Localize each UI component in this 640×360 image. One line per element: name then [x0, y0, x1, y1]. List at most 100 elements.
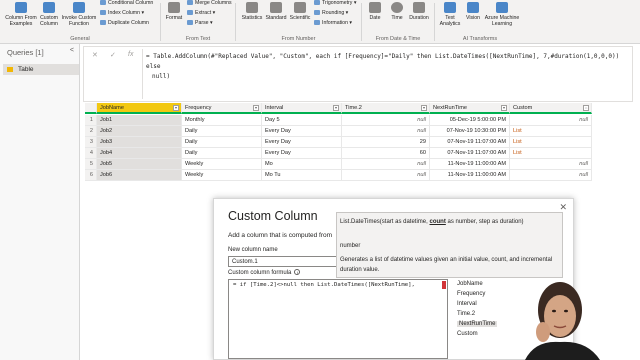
- cell-custom[interactable]: List: [510, 137, 592, 148]
- azure-ml-button[interactable]: Azure Machine Learning: [482, 2, 522, 27]
- trigonometry-button[interactable]: Trigonometry ▾: [314, 0, 356, 6]
- column-header-nextruntime[interactable]: NextRunTime ▾: [430, 103, 510, 114]
- merge-columns-button[interactable]: Merge Columns: [187, 0, 232, 6]
- column-from-examples-button[interactable]: Column From Examples: [3, 2, 39, 27]
- cell-jobname: Job4: [97, 148, 182, 159]
- invoke-custom-function-button[interactable]: Invoke Custom Function: [60, 2, 98, 27]
- row-number: 1: [85, 115, 97, 126]
- cell-nextruntime: 11-Nov-19 11:00:00 AM: [430, 170, 510, 181]
- cell-interval: Mo: [262, 159, 342, 170]
- function-signature: List.DateTimes(start as datetime, count …: [340, 219, 524, 225]
- commit-icon[interactable]: ✓: [110, 51, 116, 59]
- cell-time2: null: [342, 115, 430, 126]
- select-all-corner[interactable]: [85, 103, 97, 114]
- dialog-description: Add a column that is computed from: [228, 232, 333, 239]
- duplicate-column-button[interactable]: Duplicate Column: [100, 20, 149, 26]
- formula-bar-separator: [142, 49, 143, 99]
- column-header-custom[interactable]: Custom ⇔: [510, 103, 592, 114]
- cell-jobname: Job5: [97, 159, 182, 170]
- statistics-button[interactable]: Statistics: [239, 2, 265, 21]
- queries-pane: Queries [1] < Table: [0, 44, 80, 360]
- cell-frequency: Monthly: [182, 115, 262, 126]
- column-header-time2[interactable]: Time.2 ▾: [342, 103, 430, 114]
- ribbon-group-label: General: [70, 36, 90, 42]
- custom-column-formula-editor[interactable]: = if [Time.2]<>null then List.DateTimes(…: [228, 279, 448, 359]
- time-button[interactable]: Time: [387, 2, 407, 21]
- cell-custom: null: [510, 159, 592, 170]
- extract-button[interactable]: Extract ▾: [187, 10, 215, 16]
- available-column-item[interactable]: JobName: [457, 281, 483, 287]
- column-filter-icon[interactable]: ▾: [501, 105, 507, 111]
- cell-nextruntime: 05-Dec-19 5:00:00 PM: [430, 115, 510, 126]
- ribbon-group-label: From Date & Time: [375, 36, 421, 42]
- index-column-icon: [100, 10, 106, 16]
- vision-icon: [467, 2, 479, 13]
- fx-icon[interactable]: fx: [128, 51, 133, 58]
- cell-nextruntime: 07-Nov-19 11:07:00 AM: [430, 148, 510, 159]
- cell-custom[interactable]: List: [510, 148, 592, 159]
- column-filter-icon[interactable]: ▾: [173, 105, 179, 111]
- table-row: 5 Job5 Weekly Mo null 11-Nov-19 11:00:00 AM nu…: [85, 159, 595, 170]
- column-header-frequency[interactable]: Frequency ▾: [182, 103, 262, 114]
- cell-jobname: Job3: [97, 137, 182, 148]
- table-row: 1 Job1 Monthly Day 5 null 05-Dec-19 5:00:00 P…: [85, 115, 595, 126]
- conditional-column-button[interactable]: Conditional Column: [100, 0, 153, 6]
- cell-time2: 60: [342, 148, 430, 159]
- row-number: 2: [85, 126, 97, 137]
- error-marker: [442, 281, 446, 289]
- cell-time2: null: [342, 159, 430, 170]
- cell-custom[interactable]: List: [510, 126, 592, 137]
- column-from-examples-icon: [15, 2, 27, 13]
- custom-column-button[interactable]: Custom Column: [37, 2, 61, 27]
- date-button[interactable]: Date: [365, 2, 385, 21]
- function-tooltip: List.DateTimes(start as datetime, count …: [336, 212, 563, 278]
- cell-jobname: Job6: [97, 170, 182, 181]
- info-icon[interactable]: i: [294, 269, 301, 275]
- query-item-table[interactable]: Table: [3, 64, 79, 75]
- vision-button[interactable]: Vision: [463, 2, 483, 21]
- standard-icon: [270, 2, 282, 13]
- text-analytics-icon: [444, 2, 456, 13]
- scientific-button[interactable]: Scientific: [287, 2, 313, 21]
- cell-time2: 29: [342, 137, 430, 148]
- available-column-item[interactable]: Custom: [457, 331, 478, 337]
- ribbon-group-ai-transforms: Text Analytics Vision Azure Machine Lear…: [435, 0, 525, 44]
- parse-button[interactable]: Parse ▾: [187, 20, 213, 26]
- information-button[interactable]: Information ▾: [314, 20, 352, 26]
- table-icon: [7, 66, 13, 72]
- column-header-jobname[interactable]: JobName ▾: [97, 103, 182, 114]
- row-number: 4: [85, 148, 97, 159]
- table-row: 6 Job6 Weekly Mo Tu null 11-Nov-19 11:00:00 A…: [85, 170, 595, 181]
- rounding-button[interactable]: Rounding ▾: [314, 10, 348, 16]
- column-filter-icon[interactable]: ▾: [421, 105, 427, 111]
- column-filter-icon[interactable]: ▾: [253, 105, 259, 111]
- text-analytics-button[interactable]: Text Analytics: [437, 2, 463, 27]
- available-column-item[interactable]: Interval: [457, 301, 477, 307]
- time-icon: [391, 2, 403, 13]
- collapse-icon[interactable]: <: [70, 47, 74, 54]
- table-row: 4 Job4 Daily Every Day 60 07-Nov-19 11:07:00 …: [85, 148, 595, 159]
- format-button[interactable]: Format: [163, 2, 185, 21]
- cell-frequency: Weekly: [182, 159, 262, 170]
- formula-bar-input[interactable]: = Table.AddColumn(#"Replaced Value", "Cu…: [146, 52, 626, 82]
- available-column-item[interactable]: Time.2: [457, 311, 475, 317]
- cell-interval: Mo Tu: [262, 170, 342, 181]
- azure-ml-icon: [496, 2, 508, 13]
- query-item-label: Table: [18, 66, 34, 73]
- duration-icon: [413, 2, 425, 13]
- column-filter-icon[interactable]: ▾: [333, 105, 339, 111]
- cell-custom: null: [510, 115, 592, 126]
- new-column-name-input[interactable]: Custom.1: [228, 256, 338, 267]
- cancel-icon[interactable]: ✕: [92, 51, 98, 59]
- date-icon: [369, 2, 381, 13]
- duration-button[interactable]: Duration: [406, 2, 432, 21]
- row-number: 5: [85, 159, 97, 170]
- cell-time2: null: [342, 126, 430, 137]
- cell-nextruntime: 11-Nov-19 11:00:00 AM: [430, 159, 510, 170]
- column-header-interval[interactable]: Interval ▾: [262, 103, 342, 114]
- expand-column-icon[interactable]: ⇔: [583, 105, 589, 111]
- index-column-button[interactable]: Index Column ▾: [100, 10, 144, 16]
- available-column-item[interactable]: Frequency: [457, 291, 485, 297]
- available-column-item[interactable]: NextRunTime: [457, 321, 498, 327]
- standard-button[interactable]: Standard: [264, 2, 288, 21]
